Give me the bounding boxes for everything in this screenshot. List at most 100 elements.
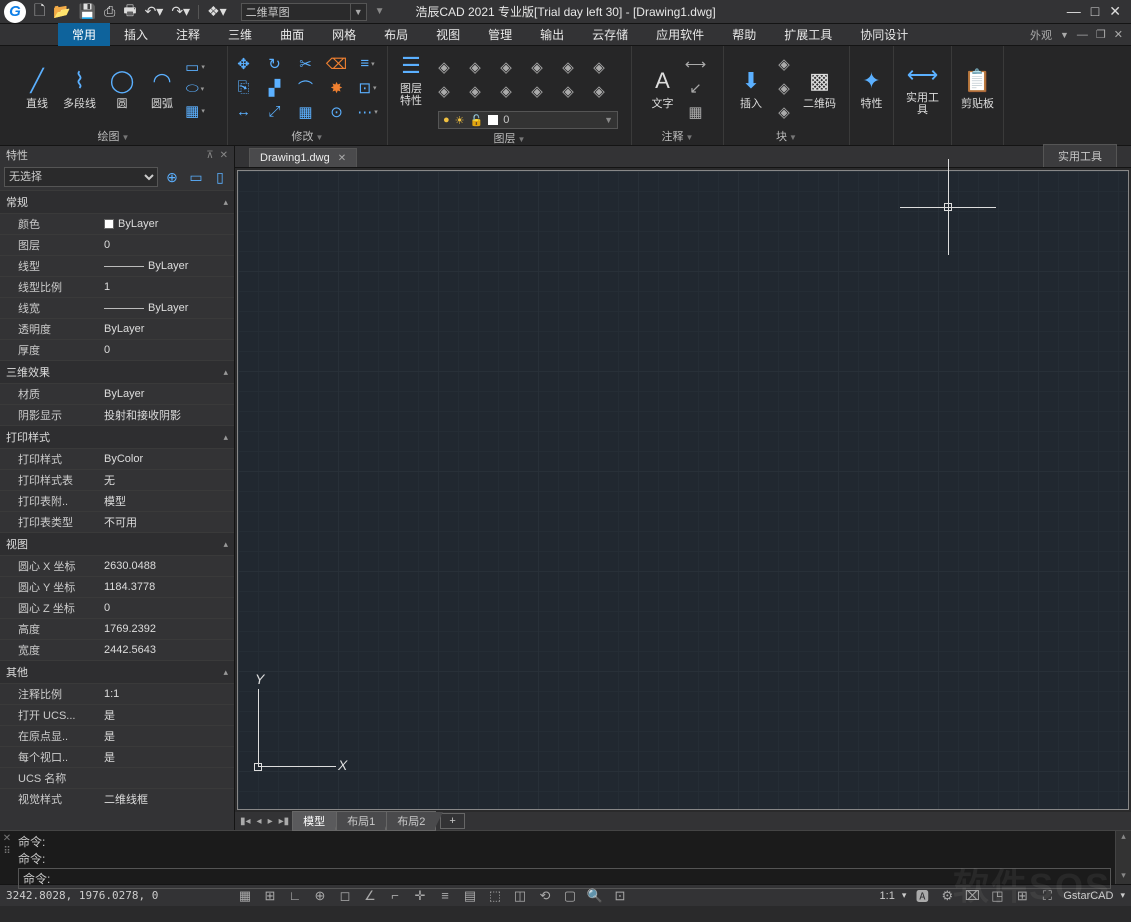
command-input[interactable]: 命令:	[18, 868, 1111, 889]
tab-view[interactable]: 视图	[422, 23, 474, 46]
hatch-icon[interactable]: ▦▾	[185, 102, 205, 120]
trim-icon[interactable]: ✂	[296, 55, 316, 73]
tray-dd-icon[interactable]: ▾	[1120, 890, 1125, 901]
l4-icon[interactable]: ◈	[527, 58, 547, 76]
prop-value[interactable]: 不可用	[100, 514, 234, 530]
tab-home[interactable]: 常用	[58, 23, 110, 46]
annov-icon[interactable]: 🅰	[913, 888, 931, 904]
tab-annotate[interactable]: 注释	[162, 23, 214, 46]
prop-value[interactable]: ByColor	[100, 453, 234, 465]
full-icon[interactable]: ⛶	[1038, 888, 1056, 904]
tab-close-icon[interactable]: ✕	[338, 153, 346, 164]
prop-row[interactable]: 材质ByLayer	[0, 383, 234, 404]
cmd-scrollbar[interactable]: ▴▾	[1115, 831, 1131, 884]
pin-icon[interactable]: ⊼	[206, 150, 213, 161]
move-icon[interactable]: ✥	[234, 55, 254, 73]
qr-button[interactable]: ▩二维码	[800, 65, 839, 112]
undo-icon[interactable]: ↶▾	[145, 3, 164, 20]
qat-dropdown-icon[interactable]: ▼	[375, 6, 385, 17]
panel-modify-label[interactable]: 修改▼	[232, 129, 383, 145]
cmd-handle[interactable]: ✕⠿	[0, 831, 14, 884]
prop-value[interactable]: 1769.2392	[100, 623, 234, 635]
prop-group-header[interactable]: 其他▴	[0, 661, 234, 683]
first-icon[interactable]: ▮◂	[237, 816, 254, 827]
l6-icon[interactable]: ◈	[589, 58, 609, 76]
new-icon[interactable]: 🗋	[34, 0, 45, 24]
app-logo[interactable]: G	[4, 1, 26, 23]
prop-row[interactable]: 高度1769.2392	[0, 618, 234, 639]
prop-row[interactable]: 阴影显示投射和接收阴影	[0, 404, 234, 425]
tab-3d[interactable]: 三维	[214, 23, 266, 46]
erase-icon[interactable]: ⌫	[327, 55, 347, 73]
misc1-icon[interactable]: ≡▾	[358, 55, 378, 73]
l9-icon[interactable]: ◈	[496, 82, 516, 100]
circle-button[interactable]: ◯圆	[105, 65, 139, 112]
prop-value[interactable]: ByLayer	[100, 302, 234, 314]
l7-icon[interactable]: ◈	[434, 82, 454, 100]
offset-icon[interactable]: ⊙	[327, 103, 347, 121]
iso-icon[interactable]: ◳	[988, 888, 1006, 904]
ortho-icon[interactable]: ∟	[286, 888, 304, 904]
prop-value[interactable]: 模型	[100, 493, 234, 509]
prop-row[interactable]: 圆心 X 坐标2630.0488	[0, 555, 234, 576]
tab-apps[interactable]: 应用软件	[642, 23, 718, 46]
add-layout-icon[interactable]: +	[440, 813, 464, 829]
annoscale-display[interactable]: 1:1	[880, 890, 895, 902]
prop-row[interactable]: 线宽ByLayer	[0, 297, 234, 318]
trans-icon[interactable]: ▤	[461, 888, 479, 904]
ducs-icon[interactable]: ⌐	[386, 888, 404, 904]
doc-tab[interactable]: Drawing1.dwg✕	[249, 148, 357, 167]
magnify-icon[interactable]: 🔍	[586, 888, 604, 904]
prop-value[interactable]: 0	[100, 344, 234, 356]
dim-icon[interactable]: ⊡	[611, 888, 629, 904]
save-icon[interactable]: 💾	[79, 3, 96, 20]
prop-group-header[interactable]: 常规▴	[0, 191, 234, 213]
prop-row[interactable]: 打印表类型不可用	[0, 511, 234, 532]
prop-value[interactable]: 是	[100, 728, 234, 744]
prop-value[interactable]: 投射和接收阴影	[100, 407, 234, 423]
tab-cloud[interactable]: 云存储	[578, 23, 642, 46]
print-icon[interactable]: 🖶	[123, 0, 136, 24]
fillet-icon[interactable]: ⌒	[296, 79, 316, 97]
drawing-canvas[interactable]: YX	[237, 170, 1129, 810]
prop-value[interactable]: 0	[100, 602, 234, 614]
prop-row[interactable]: 线型ByLayer	[0, 255, 234, 276]
minimize-icon[interactable]: —	[1067, 3, 1081, 20]
panel-annot-label[interactable]: 注释▼	[636, 129, 719, 145]
b3-icon[interactable]: ◈	[774, 103, 794, 121]
prop-value[interactable]: 2442.5643	[100, 644, 234, 656]
doc-minimize-icon[interactable]: —	[1077, 29, 1088, 41]
arc-button[interactable]: ◠圆弧	[145, 65, 179, 112]
mirror-icon[interactable]: ▞	[265, 79, 285, 97]
model-tab[interactable]: 模型	[292, 811, 336, 831]
sc-icon[interactable]: ◫	[511, 888, 529, 904]
clean-icon[interactable]: ⌧	[963, 888, 981, 904]
prop-value[interactable]: ByLayer	[100, 388, 234, 400]
prop-value[interactable]: 是	[100, 749, 234, 765]
doc-close-icon[interactable]: ✕	[1114, 28, 1123, 41]
polyline-button[interactable]: ⌇多段线	[60, 65, 99, 112]
panel-draw-label[interactable]: 绘图▼	[4, 129, 223, 145]
line-button[interactable]: ╱直线	[20, 65, 54, 112]
prop-value[interactable]: 是	[100, 707, 234, 723]
clip-button[interactable]: 📋剪贴板	[958, 65, 997, 112]
leader-icon[interactable]: ↙	[686, 79, 706, 97]
prop-value[interactable]: ByLayer	[100, 260, 234, 272]
select-icon[interactable]: ▭	[186, 167, 206, 187]
prop-row[interactable]: 视觉样式二维线框	[0, 788, 234, 809]
l3-icon[interactable]: ◈	[496, 58, 516, 76]
tab-surface[interactable]: 曲面	[266, 23, 318, 46]
prop-row[interactable]: 厚度0	[0, 339, 234, 360]
prop-row[interactable]: UCS 名称	[0, 767, 234, 788]
selection-filter[interactable]: 无选择	[4, 167, 158, 187]
l5-icon[interactable]: ◈	[558, 58, 578, 76]
text-button[interactable]: A文字	[646, 65, 680, 112]
prop-button[interactable]: ✦特性	[855, 65, 889, 112]
cycle-icon[interactable]: ⟲	[536, 888, 554, 904]
tab-insert[interactable]: 插入	[110, 23, 162, 46]
panel-layer-label[interactable]: 图层▼	[392, 131, 627, 147]
open-icon[interactable]: 📂	[53, 3, 70, 20]
panel-block-label[interactable]: 块▼	[728, 129, 845, 145]
cmd-grip-icon[interactable]: ⠿	[3, 846, 10, 857]
pick-icon[interactable]: ▯	[210, 167, 230, 187]
